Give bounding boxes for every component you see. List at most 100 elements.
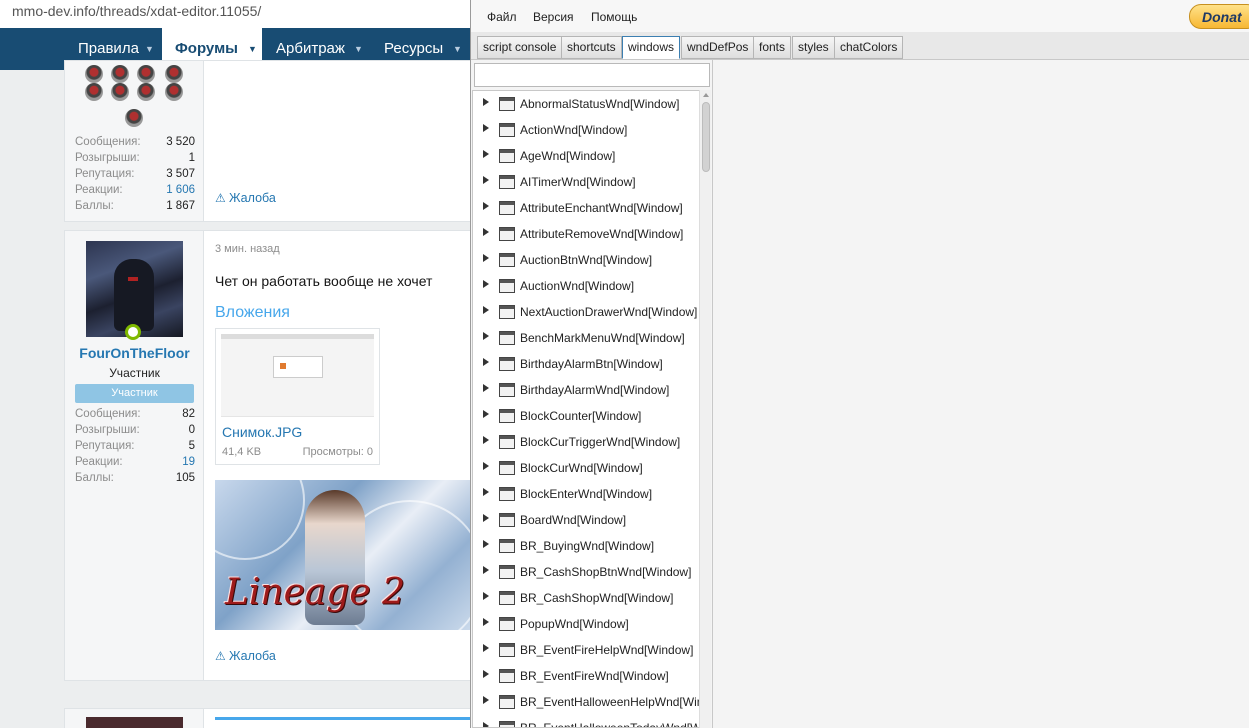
tab-bar: script console shortcuts windows wndDefP… [471, 32, 1249, 60]
tree-item[interactable]: BR_EventFireWnd[Window] [473, 663, 701, 689]
expand-arrow-icon[interactable] [483, 722, 489, 727]
tree-item-label: PopupWnd[Window] [520, 617, 629, 631]
tree-item[interactable]: BirthdayAlarmBtn[Window] [473, 351, 701, 377]
tree-item[interactable]: BR_EventHalloweenTodayWnd[Window] [473, 715, 701, 727]
expand-arrow-icon[interactable] [483, 202, 489, 210]
thumbnail-titlebar [221, 334, 374, 339]
avatar[interactable] [86, 717, 183, 728]
expand-arrow-icon[interactable] [483, 306, 489, 314]
tree-item[interactable]: BlockCurTriggerWnd[Window] [473, 429, 701, 455]
window-icon [499, 721, 515, 727]
report-link[interactable]: ⚠ Жалоба [215, 191, 276, 205]
windows-tree[interactable]: AbnormalStatusWnd[Window] ActionWnd[Windo… [472, 90, 702, 728]
filter-input[interactable] [474, 63, 710, 87]
tree-item[interactable]: BlockCurWnd[Window] [473, 455, 701, 481]
tab-shortcuts[interactable]: shortcuts [561, 36, 622, 59]
tree-item[interactable]: BlockCounter[Window] [473, 403, 701, 429]
expand-arrow-icon[interactable] [483, 462, 489, 470]
attachment-name[interactable]: Снимок.JPG [222, 424, 302, 440]
tree-item[interactable]: BR_EventFireHelpWnd[Window] [473, 637, 701, 663]
tab-chatcolors[interactable]: chatColors [834, 36, 904, 59]
tree-item[interactable]: BenchMarkMenuWnd[Window] [473, 325, 701, 351]
tree-item[interactable]: AuctionBtnWnd[Window] [473, 247, 701, 273]
report-label: Жалоба [229, 191, 276, 205]
tree-item[interactable]: BirthdayAlarmWnd[Window] [473, 377, 701, 403]
expand-arrow-icon[interactable] [483, 254, 489, 262]
expand-arrow-icon[interactable] [483, 670, 489, 678]
expand-arrow-icon[interactable] [483, 592, 489, 600]
tree-item[interactable]: AuctionWnd[Window] [473, 273, 701, 299]
tab-script-console[interactable]: script console [477, 36, 563, 59]
scroll-up-icon[interactable] [703, 93, 709, 97]
tree-item[interactable]: AttributeRemoveWnd[Window] [473, 221, 701, 247]
attachment-thumbnail[interactable] [221, 334, 374, 417]
tree-item[interactable]: AITimerWnd[Window] [473, 169, 701, 195]
signature-banner: Lineage 2 [215, 480, 472, 630]
expand-arrow-icon[interactable] [483, 436, 489, 444]
expand-arrow-icon[interactable] [483, 566, 489, 574]
tree-item-label: AttributeRemoveWnd[Window] [520, 227, 684, 241]
expand-arrow-icon[interactable] [483, 280, 489, 288]
expand-arrow-icon[interactable] [483, 332, 489, 340]
window-icon [499, 513, 515, 527]
window-icon [499, 461, 515, 475]
medal-icon [137, 83, 155, 101]
tree-item[interactable]: AgeWnd[Window] [473, 143, 701, 169]
tab-wnddefpos[interactable]: wndDefPos [681, 36, 755, 59]
tree-item[interactable]: NextAuctionDrawerWnd[Window] [473, 299, 701, 325]
menu-file[interactable]: Файл [487, 10, 517, 24]
expand-arrow-icon[interactable] [483, 540, 489, 548]
tree-item[interactable]: BR_BuyingWnd[Window] [473, 533, 701, 559]
menu-version[interactable]: Версия [533, 10, 574, 24]
expand-arrow-icon[interactable] [483, 410, 489, 418]
tree-item[interactable]: ActionWnd[Window] [473, 117, 701, 143]
tree-item[interactable]: BoardWnd[Window] [473, 507, 701, 533]
attachment-card[interactable]: Снимок.JPG 41,4 KB Просмотры: 0 [215, 328, 380, 465]
stat-label: Репутация: [75, 168, 135, 180]
avatar[interactable] [86, 241, 183, 337]
post-timestamp[interactable]: 3 мин. назад [215, 243, 280, 255]
tree-item[interactable]: AttributeEnchantWnd[Window] [473, 195, 701, 221]
post-user-panel [65, 709, 204, 728]
user-title: Участник [109, 366, 160, 380]
expand-arrow-icon[interactable] [483, 358, 489, 366]
url-text: mmo-dev.info/threads/xdat-editor.11055/ [12, 3, 262, 19]
expand-arrow-icon[interactable] [483, 176, 489, 184]
tab-styles[interactable]: styles [792, 36, 835, 59]
expand-arrow-icon[interactable] [483, 228, 489, 236]
stat-value-link[interactable]: 19 [182, 454, 195, 470]
tree-item[interactable]: BR_EventHalloweenHelpWnd[Window] [473, 689, 701, 715]
vertical-scrollbar[interactable] [699, 90, 711, 728]
expand-arrow-icon[interactable] [483, 618, 489, 626]
menu-help[interactable]: Помощь [591, 10, 637, 24]
tree-item[interactable]: BlockEnterWnd[Window] [473, 481, 701, 507]
tree-item[interactable]: AbnormalStatusWnd[Window] [473, 91, 701, 117]
tree-item[interactable]: PopupWnd[Window] [473, 611, 701, 637]
tab-windows[interactable]: windows [622, 36, 681, 59]
donate-button[interactable]: Donat [1189, 4, 1249, 29]
tree-item[interactable]: BR_CashShopWnd[Window] [473, 585, 701, 611]
stat-label: Реакции: [75, 456, 123, 468]
expand-arrow-icon[interactable] [483, 488, 489, 496]
tree-item-label: BoardWnd[Window] [520, 513, 627, 527]
quote-bar [215, 717, 472, 720]
scrollbar-thumb[interactable] [702, 102, 710, 172]
stat-value: 1 867 [166, 200, 195, 212]
tab-fonts[interactable]: fonts [753, 36, 792, 59]
expand-arrow-icon[interactable] [483, 514, 489, 522]
tree-item[interactable]: BR_CashShopBtnWnd[Window] [473, 559, 701, 585]
expand-arrow-icon[interactable] [483, 124, 489, 132]
expand-arrow-icon[interactable] [483, 696, 489, 704]
expand-arrow-icon[interactable] [483, 98, 489, 106]
tree-item-label: AgeWnd[Window] [520, 149, 616, 163]
username-link[interactable]: FourOnTheFloor [65, 345, 204, 361]
expand-arrow-icon[interactable] [483, 150, 489, 158]
medal-icon [165, 65, 183, 83]
stat-value: 105 [175, 472, 195, 484]
medal-icon [165, 83, 183, 101]
report-link[interactable]: ⚠ Жалоба [215, 649, 276, 663]
address-bar[interactable]: mmo-dev.info/threads/xdat-editor.11055/ [0, 0, 472, 28]
expand-arrow-icon[interactable] [483, 384, 489, 392]
expand-arrow-icon[interactable] [483, 644, 489, 652]
stat-value-link[interactable]: 1 606 [166, 182, 195, 198]
